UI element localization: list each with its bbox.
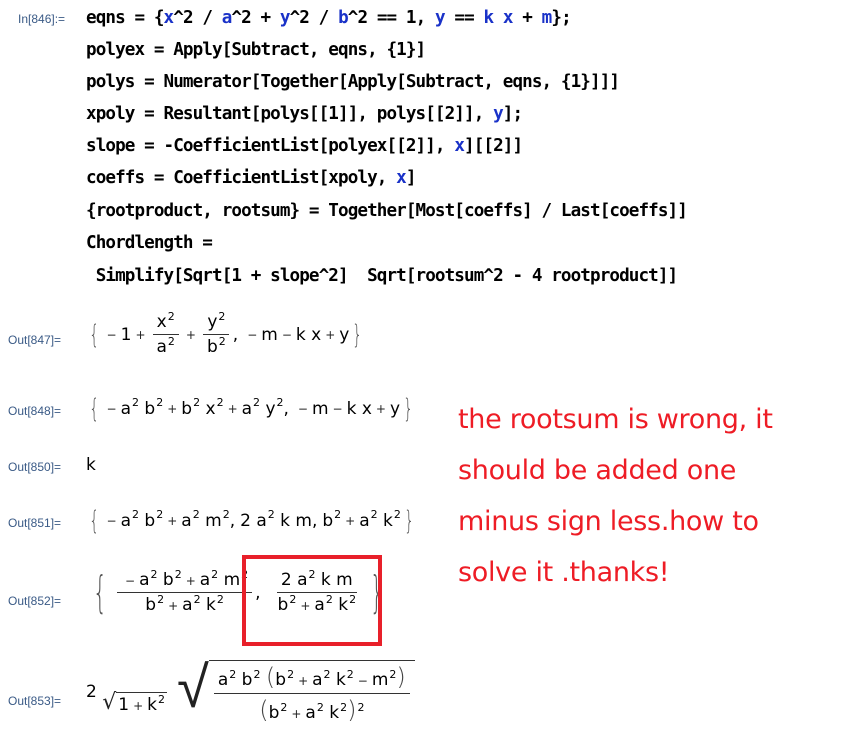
code-text: ];: [502, 104, 523, 124]
code-line[interactable]: polyex = Apply[Subtract, eqns, {1}]: [86, 40, 426, 60]
output-853: 2 √ 1 + k2 √ a2 b2 (b2 + a2 k2− m2) (b2 + a2 k2)2: [86, 658, 415, 724]
code-text: polyex = Apply[Subtract, eqns, {1}]: [86, 40, 426, 60]
code-variable: y: [493, 104, 504, 124]
code-line[interactable]: Simplify[Sqrt[1 + slope^2] Sqrt[rootsum^…: [86, 266, 678, 286]
code-text: +: [512, 8, 542, 28]
code-line[interactable]: eqns = {x^2 / a^2 + y^2 / b^2 == 1, y ==…: [86, 8, 572, 28]
input-label: In[846]:=: [18, 12, 66, 26]
code-line[interactable]: Chordlength =: [86, 233, 213, 253]
output-label-847: Out[847]=: [8, 333, 62, 347]
code-text: };: [551, 8, 571, 28]
code-variable: y: [435, 8, 446, 28]
annotation-note: the rootsum is wrong, it should be added…: [458, 404, 773, 588]
code-variable: y: [279, 8, 291, 28]
code-text: polys = Numerator[Together[Apply[Subtrac…: [86, 72, 620, 92]
code-text: ^2 +: [231, 8, 280, 28]
output-850: k: [86, 455, 96, 475]
output-851: {− a 2 b 2 + a 2 m2,2 a2 k m, b 2 + a 2 k 2}: [89, 506, 415, 536]
code-line[interactable]: slope = -CoefficientList[polyex[[2]], x]…: [86, 136, 523, 156]
code-text: ^2 /: [173, 8, 222, 28]
output-label-852: Out[852]=: [8, 594, 62, 608]
code-text: ^2 /: [289, 8, 339, 28]
code-text: eqns = {: [86, 8, 164, 28]
code-text: ]: [405, 168, 417, 188]
code-variable: b: [338, 8, 349, 28]
code-text: Chordlength =: [86, 233, 213, 253]
code-line[interactable]: {rootproduct, rootsum} = Together[Most[c…: [86, 201, 688, 221]
code-variable: a: [221, 8, 233, 28]
code-text: Simplify[Sqrt[1 + slope^2] Sqrt[rootsum^…: [86, 266, 678, 286]
code-variable: x: [163, 8, 175, 28]
code-variable: x: [454, 136, 465, 156]
code-text: coeffs = CoefficientList[xpoly,: [86, 168, 397, 188]
code-line[interactable]: coeffs = CoefficientList[xpoly, x]: [86, 168, 416, 188]
code-text: ][[2]]: [464, 136, 523, 156]
code-text: ^2 == 1,: [347, 8, 435, 28]
output-label-848: Out[848]=: [8, 404, 62, 418]
code-variable: k: [483, 8, 494, 28]
code-line[interactable]: xpoly = Resultant[polys[[1]], polys[[2]]…: [86, 104, 523, 124]
code-line[interactable]: polys = Numerator[Together[Apply[Subtrac…: [86, 72, 620, 92]
code-text: {rootproduct, rootsum} = Together[Most[c…: [86, 201, 688, 221]
output-label-851: Out[851]=: [8, 516, 62, 530]
code-text: slope = -CoefficientList[polyex[[2]],: [86, 136, 455, 156]
code-text: xpoly = Resultant[polys[[1]], polys[[2]]…: [86, 104, 494, 124]
output-label-850: Out[850]=: [8, 460, 62, 474]
code-variable: m: [541, 8, 553, 28]
output-848: {− a 2 b 2 + b 2 x 2 + a 2 y 2, − m − k x + y}: [89, 394, 414, 424]
code-variable: x: [396, 168, 407, 188]
code-variable: x: [502, 8, 514, 28]
output-label-853: Out[853]=: [8, 694, 62, 708]
output-847: {−1 + x2 a2 + y2 b2, − m − k x + y}: [89, 310, 363, 357]
code-text: ==: [444, 8, 484, 28]
highlight-box-rootsum: [242, 555, 382, 646]
